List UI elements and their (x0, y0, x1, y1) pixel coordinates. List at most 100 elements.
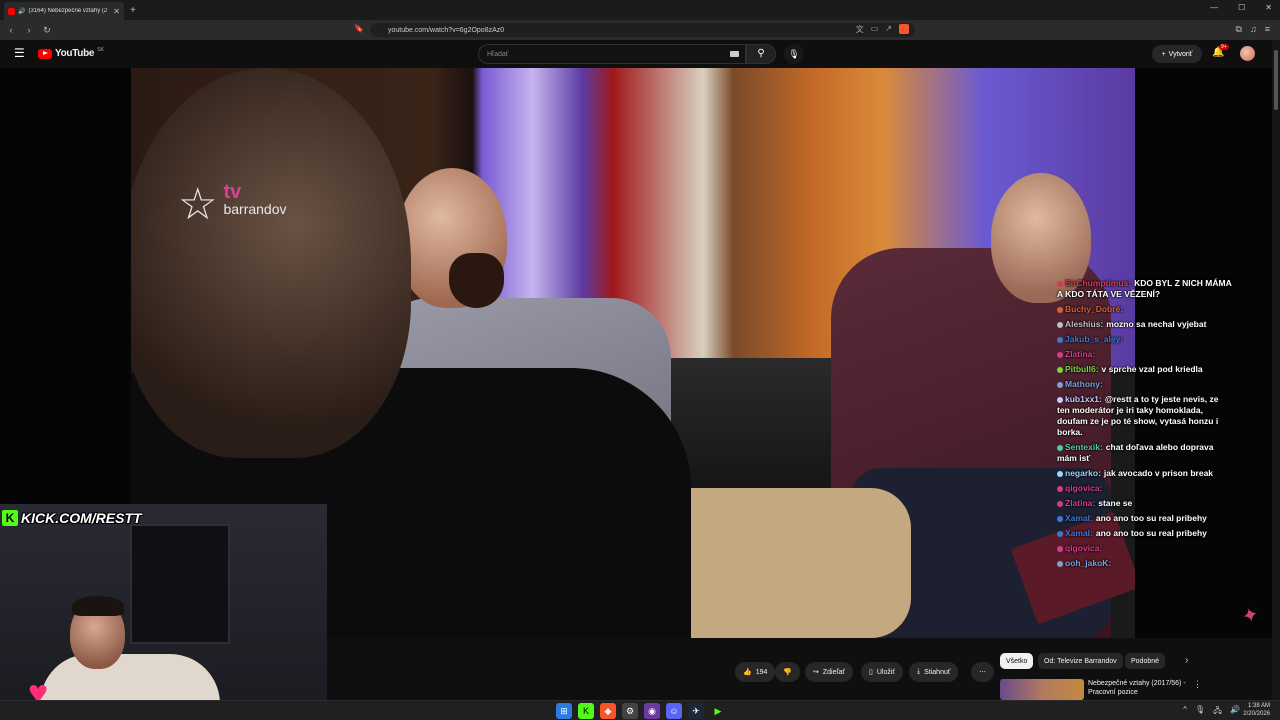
search-button[interactable]: ⚲ (746, 44, 776, 64)
brave-browser-icon[interactable]: ◆ (600, 703, 616, 719)
brave-shields-icon[interactable] (899, 24, 909, 34)
chat-username: Zlatina: (1065, 498, 1096, 508)
volume-icon[interactable]: 🔊 (1230, 705, 1240, 719)
maximize-icon[interactable]: ☐ (1238, 3, 1245, 12)
media-icon[interactable]: ♫ (1250, 24, 1257, 35)
recommendation-thumbnail[interactable] (1000, 679, 1084, 700)
chat-text: ano ano too su real pribehy (1095, 513, 1207, 523)
create-button[interactable]: + Vytvoriť (1152, 45, 1202, 63)
chat-badge-icon (1057, 367, 1063, 373)
back-icon[interactable]: ‹ (4, 25, 18, 35)
hamburger-menu-icon[interactable]: ☰ (14, 46, 25, 60)
chat-message: Jakub_s_aley: (1057, 334, 1232, 345)
settings-gear-icon[interactable]: ⚙ (622, 703, 638, 719)
search-icon: ⚲ (757, 48, 765, 59)
chat-message: Sentexik: chat doľava alebo doprava mám i… (1057, 442, 1232, 464)
more-actions-button[interactable]: ⋯ (971, 662, 994, 682)
recommendation-menu-icon[interactable]: ⋮ (1193, 679, 1202, 690)
screen: 🔊 (3164) Nebezpečné vztahy (2 ✕ + — ☐ ✕ … (0, 0, 1280, 720)
tv-barrandov-watermark: ☆ tv barrandov (178, 180, 287, 229)
youtube-header: ☰ YouTube SK Hľadať ⚲ 🎙 + Vytvoriť 🔔 9+ (0, 40, 1280, 68)
thumbs-up-icon: 👍 (743, 669, 752, 676)
like-button[interactable]: 👍 194 (735, 662, 776, 682)
search-input[interactable]: Hľadať (478, 44, 746, 64)
chat-badge-icon (1057, 322, 1063, 328)
page-scrollbar[interactable] (1272, 40, 1280, 700)
dislike-button[interactable]: 👎 (775, 662, 800, 682)
download-icon: ⤓ (917, 668, 921, 675)
thumbs-down-icon: 👎 (783, 669, 792, 676)
mic-tray-icon[interactable]: 🎙 (1195, 705, 1205, 719)
close-window-icon[interactable]: ✕ (1265, 3, 1272, 12)
region-code: SK (97, 46, 104, 53)
minimize-icon[interactable]: — (1210, 3, 1218, 12)
forward-icon[interactable]: › (22, 25, 36, 35)
browser-tab[interactable]: 🔊 (3164) Nebezpečné vztahy (2 ✕ (4, 2, 124, 20)
chat-username: Aleshius: (1065, 319, 1104, 329)
chat-badge-icon (1057, 397, 1063, 403)
clock-time: 1:38 AM (1247, 703, 1270, 709)
avatar[interactable] (1240, 46, 1255, 61)
screen-cast-icon[interactable]: ▭ (871, 24, 879, 35)
new-tab-button[interactable]: + (130, 5, 136, 16)
share-icon[interactable]: ↗ (885, 24, 892, 35)
bookmark-icon[interactable]: 🔖 (354, 24, 364, 33)
chip-all[interactable]: Všetko (1000, 653, 1034, 669)
youtube-play-icon (38, 48, 52, 59)
chat-username: Xamal: (1065, 513, 1093, 523)
chip-channel[interactable]: Od: Televize Barrandov (1038, 653, 1123, 669)
discord-icon[interactable]: ☺ (666, 703, 682, 719)
chat-message: Xamal: ano ano too su real pribehy (1057, 513, 1232, 524)
browser-tab-bar: 🔊 (3164) Nebezpečné vztahy (2 ✕ + — ☐ ✕ (0, 0, 1280, 20)
chat-message: SirChumptimus: KDO BYL Z NICH MÁMA A KDO … (1057, 278, 1232, 300)
create-label: Vytvoriť (1168, 50, 1193, 58)
network-icon[interactable]: 🖧 (1213, 705, 1222, 719)
close-tab-icon[interactable]: ✕ (113, 7, 120, 16)
save-button[interactable]: ▯ Uložiť (861, 662, 904, 682)
youtube-logo[interactable]: YouTube SK (38, 46, 104, 59)
chat-username: Buchy_Dobré: (1065, 304, 1124, 314)
chips-next-icon[interactable]: › (1185, 655, 1188, 666)
tray-chevron-icon[interactable]: ^ (1183, 705, 1187, 719)
translate-icon[interactable]: 文 (856, 24, 864, 35)
chat-username: qigovica: (1065, 483, 1103, 493)
chat-badge-icon (1057, 382, 1063, 388)
chat-username: kub1xx1: (1065, 394, 1102, 404)
chat-badge-icon (1057, 307, 1063, 313)
menu-icon[interactable]: ≡ (1265, 24, 1270, 35)
keyboard-icon[interactable] (730, 51, 739, 57)
app-purple-icon[interactable]: ◉ (644, 703, 660, 719)
chip-related[interactable]: Podobné (1125, 653, 1166, 669)
chat-username: negarko: (1065, 468, 1101, 478)
guest-beard (449, 253, 504, 308)
share-button[interactable]: ↪ Zdieľať (805, 662, 854, 682)
save-icon: ▯ (869, 669, 873, 676)
chat-badge-icon (1057, 486, 1063, 492)
taskbar-clock[interactable]: 1:38 AM 2/20/2026 (1243, 702, 1270, 718)
chat-message: Mathony: (1057, 379, 1232, 390)
chat-text: mozno sa nechal vyjebat (1106, 319, 1207, 329)
extensions-icon[interactable]: ⧉ (1236, 24, 1242, 35)
download-label: Stiahnuť (924, 668, 951, 676)
kick-url: KICK.COM/RESTT (21, 510, 142, 526)
stream-chat-overlay: SirChumptimus: KDO BYL Z NICH MÁMA A KDO … (1057, 278, 1232, 573)
scrollbar-thumb[interactable] (1274, 50, 1278, 110)
mic-icon: 🎙 (788, 49, 800, 59)
chat-message: qigovica: (1057, 483, 1232, 494)
clock-date: 2/20/2026 (1243, 711, 1270, 717)
kick-app-icon[interactable]: K (578, 703, 594, 719)
windows-start-icon[interactable]: ⊞ (556, 703, 572, 719)
chat-message: Buchy_Dobré: (1057, 304, 1232, 315)
chat-badge-icon (1057, 445, 1063, 451)
play-app-icon[interactable]: ▶ (710, 703, 726, 719)
address-bar[interactable]: youtube.com/watch?v=6g2Opo8zAz0 文 ▭ ↗ (370, 23, 915, 37)
chat-username: Sentexik: (1065, 442, 1103, 452)
voice-search-button[interactable]: 🎙 (784, 44, 804, 64)
speaker-icon: 🔊 (18, 8, 26, 15)
star-logo-icon: ☆ (178, 180, 218, 229)
download-button[interactable]: ⤓ Stiahnuť (909, 662, 959, 682)
share-label: Zdieľať (822, 668, 846, 676)
reload-icon[interactable]: ↻ (40, 25, 54, 36)
recommendation-title[interactable]: Nebezpečné vztahy (2017/56) - Pracovní p… (1088, 679, 1188, 697)
steam-icon[interactable]: ✈ (688, 703, 704, 719)
